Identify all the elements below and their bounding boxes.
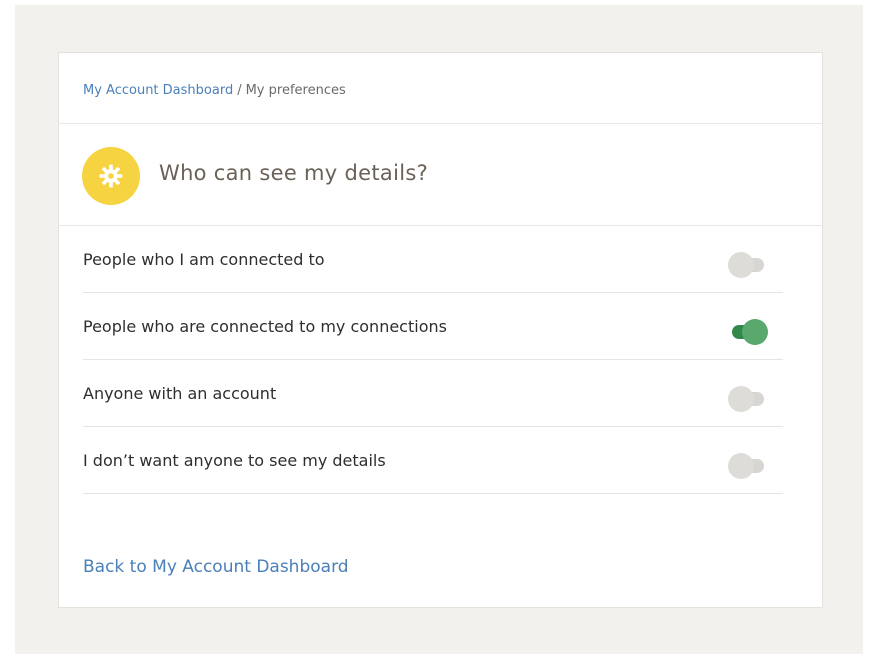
option-row-connected: People who I am connected to	[83, 226, 783, 293]
toggle-knob	[728, 386, 754, 412]
breadcrumb-separator: /	[237, 83, 242, 98]
preferences-card: My Account Dashboard / My preferences Who	[58, 52, 823, 608]
toggle-switch[interactable]	[726, 319, 770, 347]
option-label: People who are connected to my connectio…	[83, 317, 447, 336]
back-to-dashboard-link[interactable]: Back to My Account Dashboard	[83, 557, 349, 577]
section-header: Who can see my details?	[59, 124, 822, 226]
breadcrumb: My Account Dashboard / My preferences	[59, 53, 822, 124]
toggle-switch[interactable]	[726, 252, 770, 280]
option-row-anyone: Anyone with an account	[83, 360, 783, 427]
toggle-knob	[742, 319, 768, 345]
option-row-nobody: I don’t want anyone to see my details	[83, 427, 783, 494]
gear-icon	[82, 147, 140, 205]
option-row-connections-of-connections: People who are connected to my connectio…	[83, 293, 783, 360]
toggle-switch[interactable]	[726, 386, 770, 414]
option-label: People who I am connected to	[83, 250, 325, 269]
option-label: Anyone with an account	[83, 384, 277, 403]
toggle-knob	[728, 252, 754, 278]
breadcrumb-current: My preferences	[245, 83, 346, 98]
breadcrumb-dashboard-link[interactable]: My Account Dashboard	[83, 83, 233, 98]
option-label: I don’t want anyone to see my details	[83, 451, 386, 470]
toggle-knob	[728, 453, 754, 479]
toggle-switch[interactable]	[726, 453, 770, 481]
visibility-options-list: People who I am connected to People who …	[83, 226, 783, 494]
section-title: Who can see my details?	[159, 161, 429, 185]
